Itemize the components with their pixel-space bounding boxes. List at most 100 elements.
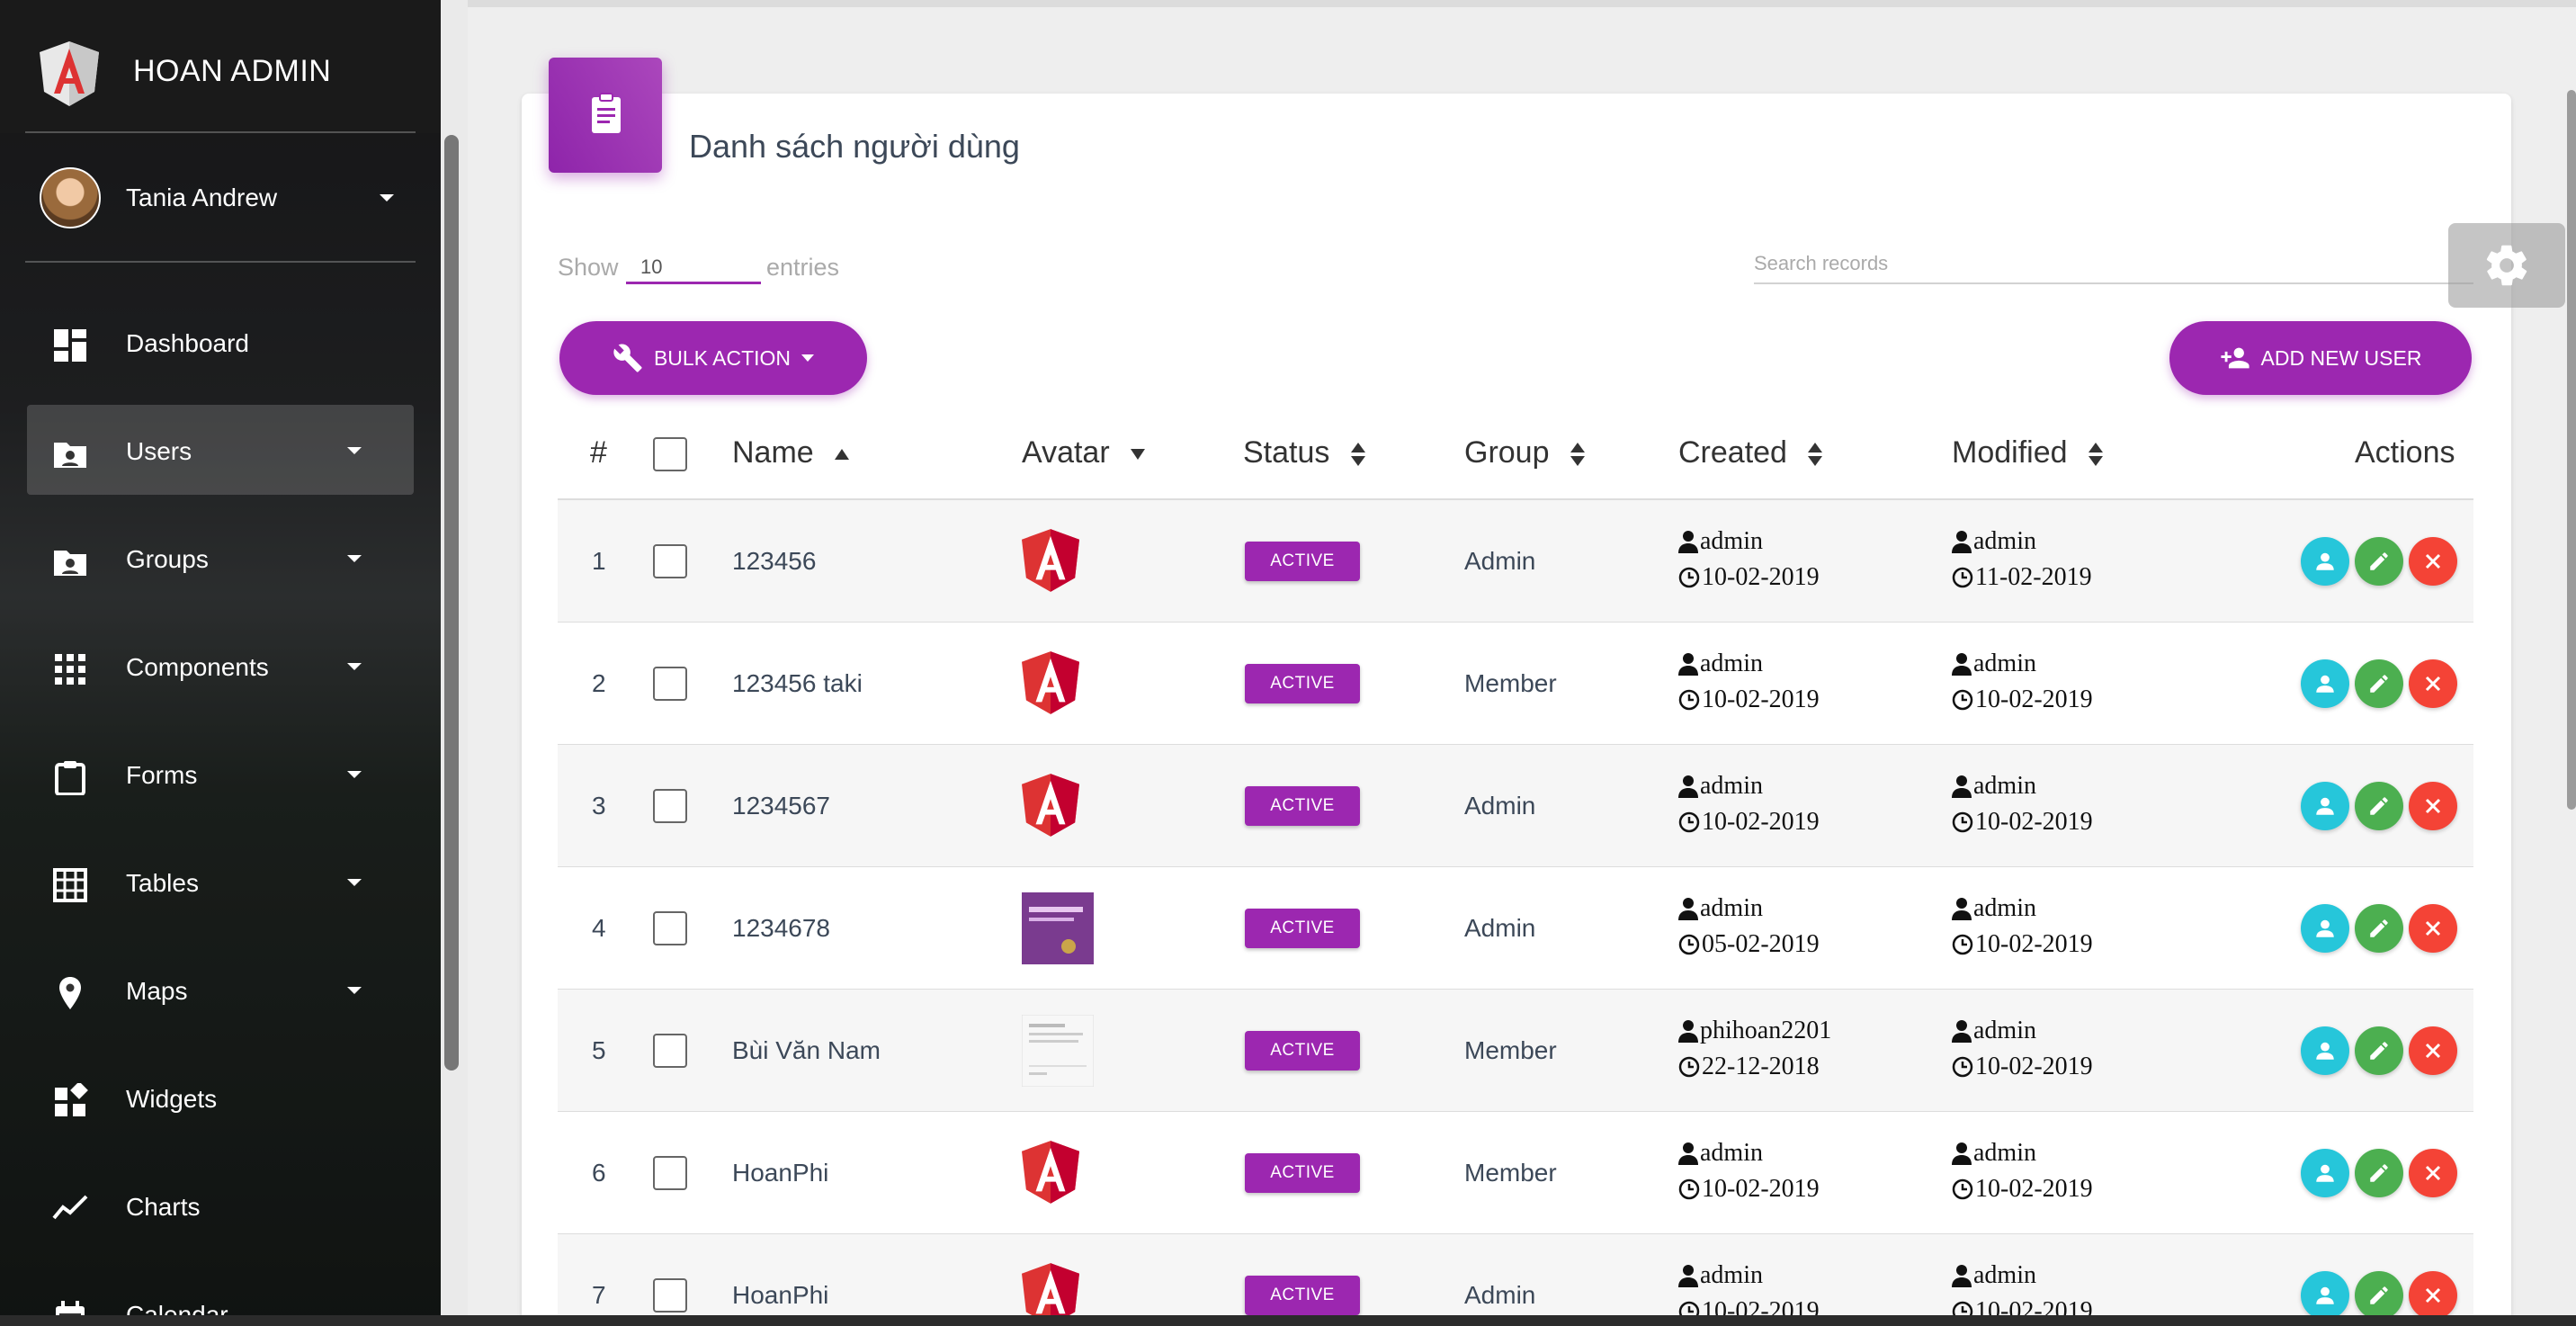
settings-button[interactable] <box>2448 223 2565 308</box>
row-num: 1 <box>592 547 606 575</box>
brand[interactable]: HOAN ADMIN <box>0 0 468 133</box>
edit-user-button[interactable] <box>2355 1149 2403 1197</box>
col-avatar[interactable]: Avatar <box>1022 435 1146 470</box>
row-checkbox[interactable] <box>653 667 687 701</box>
person-icon <box>1952 1265 1972 1287</box>
sidebar-nav: Dashboard Users Groups Components Forms Table… <box>27 297 414 1326</box>
delete-user-button[interactable] <box>2409 659 2457 708</box>
edit-user-button[interactable] <box>2355 904 2403 953</box>
angular-avatar-icon <box>1022 651 1079 714</box>
add-new-user-button[interactable]: ADD NEW USER <box>2169 321 2472 395</box>
sidebar-scrollbar[interactable] <box>444 135 459 1071</box>
select-all-checkbox[interactable] <box>653 437 687 471</box>
row-checkbox[interactable] <box>653 1034 687 1068</box>
sort-icon <box>1350 443 1365 467</box>
sidebar-item-components[interactable]: Components <box>27 621 414 711</box>
show-label: Show <box>558 254 619 281</box>
pencil-icon <box>2370 1286 2388 1304</box>
table-row: 3 1234567 ACTIVE Admin admin 10-02-2019 admin 1… <box>558 745 2473 867</box>
edit-user-button[interactable] <box>2355 782 2403 830</box>
delete-user-button[interactable] <box>2409 782 2457 830</box>
page-size-select[interactable]: 10 <box>626 243 761 284</box>
user-profile[interactable]: Tania Andrew <box>40 167 417 228</box>
caret-down-icon <box>347 555 362 562</box>
widgets-icon <box>55 1083 88 1116</box>
created-cell: phihoan2201 22-12-2018 <box>1678 1013 1831 1085</box>
view-user-button[interactable] <box>2301 782 2349 830</box>
page-scrollbar[interactable] <box>2567 90 2576 810</box>
view-user-button[interactable] <box>2301 1149 2349 1197</box>
edit-user-button[interactable] <box>2355 537 2403 586</box>
delete-user-button[interactable] <box>2409 1026 2457 1075</box>
modified-by: admin <box>1973 1139 2036 1167</box>
user-name-cell: 123456 <box>732 547 817 575</box>
user-name-cell: 1234678 <box>732 914 831 942</box>
view-user-button[interactable] <box>2301 1271 2349 1320</box>
col-modified[interactable]: Modified <box>1952 435 2103 470</box>
view-user-button[interactable] <box>2301 659 2349 708</box>
row-checkbox[interactable] <box>653 544 687 578</box>
row-checkbox[interactable] <box>653 789 687 823</box>
person-icon <box>1678 653 1698 676</box>
modified-cell: admin 10-02-2019 <box>1952 646 2093 718</box>
person-icon <box>1678 775 1698 798</box>
sidebar: HOAN ADMIN Tania Andrew Dashboard Users Gr… <box>0 0 468 1326</box>
avatar <box>40 167 101 228</box>
pencil-icon <box>2370 1042 2388 1060</box>
delete-user-button[interactable] <box>2409 1271 2457 1320</box>
modified-at: 10-02-2019 <box>1975 1175 2093 1203</box>
table-row: 6 HoanPhi ACTIVE Member admin 10-02-2019 admin… <box>558 1112 2473 1234</box>
person-icon <box>1678 531 1698 553</box>
edit-user-button[interactable] <box>2355 659 2403 708</box>
created-cell: admin 05-02-2019 <box>1678 891 1820 963</box>
group-cell: Admin <box>1464 547 1536 575</box>
col-status[interactable]: Status <box>1243 435 1365 470</box>
caret-down-icon <box>347 987 362 994</box>
caret-down-icon <box>347 663 362 670</box>
person-icon <box>2316 1286 2334 1304</box>
edit-user-button[interactable] <box>2355 1026 2403 1075</box>
sidebar-item-label: Tables <box>126 869 199 897</box>
sidebar-item-tables[interactable]: Tables <box>27 837 414 927</box>
view-user-button[interactable] <box>2301 904 2349 953</box>
view-user-button[interactable] <box>2301 537 2349 586</box>
created-at: 22-12-2018 <box>1702 1053 1820 1080</box>
person-icon <box>1952 898 1972 920</box>
sort-down-icon <box>1131 449 1146 461</box>
person-icon <box>2316 797 2334 815</box>
sidebar-item-label: Components <box>126 653 269 681</box>
user-avatar <box>1022 1141 1079 1208</box>
search-input[interactable]: Search records <box>1754 245 2473 284</box>
user-name-cell: HoanPhi <box>732 1159 829 1187</box>
col-created[interactable]: Created <box>1678 435 1823 470</box>
pencil-icon <box>2370 1164 2388 1182</box>
sidebar-item-groups[interactable]: Groups <box>27 513 414 603</box>
row-checkbox[interactable] <box>653 1156 687 1190</box>
col-name[interactable]: Name <box>732 435 850 470</box>
sidebar-item-widgets[interactable]: Widgets <box>27 1053 414 1142</box>
sidebar-item-forms[interactable]: Forms <box>27 729 414 819</box>
caret-down-icon <box>347 879 362 886</box>
delete-user-button[interactable] <box>2409 904 2457 953</box>
created-at: 10-02-2019 <box>1702 685 1820 713</box>
bulk-action-button[interactable]: BULK ACTION <box>559 321 867 395</box>
sidebar-item-users[interactable]: Users <box>27 405 414 495</box>
sidebar-item-charts[interactable]: Charts <box>27 1160 414 1250</box>
sidebar-item-label: Charts <box>126 1193 201 1221</box>
sidebar-item-label: Users <box>126 437 192 465</box>
sidebar-item-maps[interactable]: Maps <box>27 945 414 1035</box>
delete-user-button[interactable] <box>2409 1149 2457 1197</box>
delete-user-button[interactable] <box>2409 537 2457 586</box>
map-pin-icon <box>59 977 81 1009</box>
modified-by: admin <box>1973 1017 2036 1044</box>
close-icon <box>2425 1043 2441 1059</box>
col-group[interactable]: Group <box>1464 435 1585 470</box>
sidebar-item-dashboard[interactable]: Dashboard <box>27 297 414 387</box>
col-actions: Actions <box>2355 435 2455 470</box>
row-checkbox[interactable] <box>653 1278 687 1313</box>
view-user-button[interactable] <box>2301 1026 2349 1075</box>
created-cell: admin 10-02-2019 <box>1678 646 1820 718</box>
row-checkbox[interactable] <box>653 911 687 945</box>
edit-user-button[interactable] <box>2355 1271 2403 1320</box>
close-icon <box>2425 676 2441 692</box>
